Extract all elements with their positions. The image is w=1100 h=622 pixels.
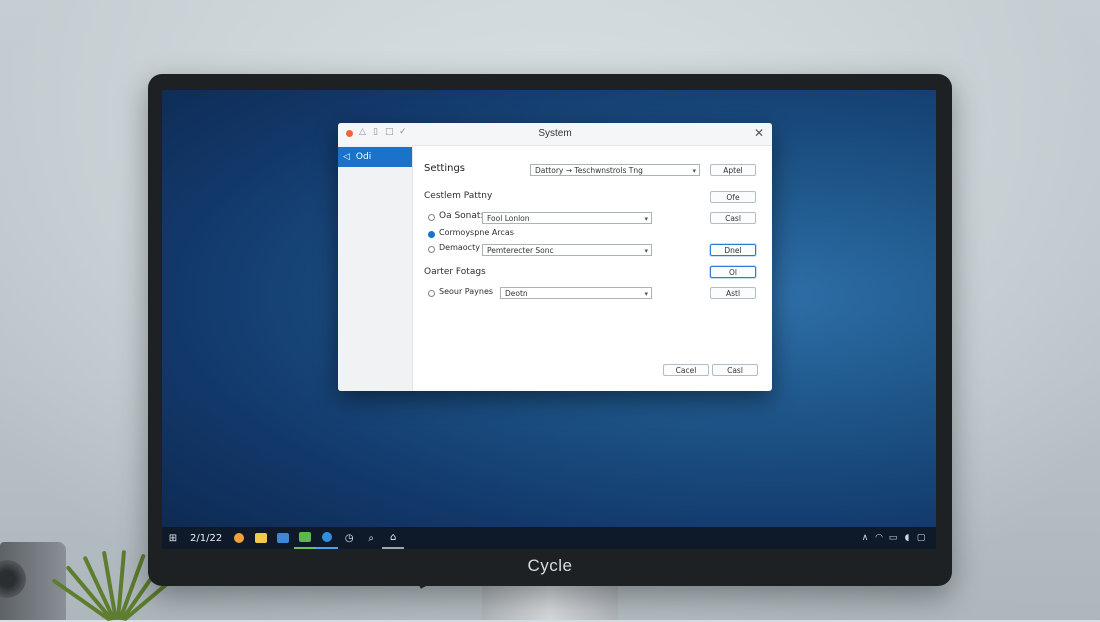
assistant-icon[interactable]: ⌂ — [382, 527, 405, 549]
notification-icon[interactable]: ▢ — [914, 527, 928, 549]
settings-dropdown-value: Dattory → Teschwnstrols Tng — [535, 166, 643, 175]
edge-icon[interactable] — [316, 527, 339, 549]
option4-label: Seour Paynes — [439, 287, 494, 296]
speaker-cone — [0, 560, 26, 598]
speaker-icon[interactable]: ◖ — [900, 527, 914, 549]
chevron-down-icon: ▾ — [692, 167, 696, 175]
option2-radio[interactable] — [428, 231, 435, 238]
cancel-button[interactable]: Cacel — [663, 364, 709, 376]
desktop-screen: △ ▯ □ ✓ System ✕ ◁ Odi Settings Dattory … — [162, 90, 936, 549]
monitor: △ ▯ □ ✓ System ✕ ◁ Odi Settings Dattory … — [148, 74, 952, 586]
title-bar: △ ▯ □ ✓ System ✕ — [338, 123, 772, 146]
section-title-2: Oarter Fotags — [424, 267, 486, 277]
option1-dropdown[interactable]: Fool Lonlon ▾ — [482, 212, 652, 224]
wifi-icon[interactable]: ◠ — [872, 527, 886, 549]
option3-dropdown[interactable]: Pemterecter Sonc ▾ — [482, 244, 652, 256]
option3-radio[interactable] — [428, 246, 435, 253]
monitor-brand: Cycle — [527, 556, 573, 575]
option3-label: Demaocty — [439, 243, 480, 252]
chevron-down-icon: ▾ — [644, 247, 648, 255]
settings-label: Settings — [424, 163, 466, 174]
taskbar-time: 2/1/22 — [190, 532, 223, 544]
search-icon[interactable]: ⌕ — [360, 527, 382, 549]
option4-dropdown-value: Deotn — [505, 289, 528, 298]
dialog-title: System — [538, 128, 572, 139]
start-icon[interactable]: ⊞ — [162, 527, 184, 549]
settings-dropdown[interactable]: Dattory → Teschwnstrols Tng ▾ — [530, 164, 700, 176]
sidebar-item-label: Odi — [355, 152, 372, 162]
chevron-down-icon: ▾ — [644, 290, 648, 298]
browser-icon[interactable] — [228, 527, 250, 549]
back-arrow-icon: ◁ — [343, 152, 350, 162]
dialog-sidebar: ◁ Odi — [338, 145, 413, 391]
right-button-2[interactable]: Casl — [710, 212, 756, 224]
sidebar-item-odi[interactable]: ◁ Odi — [338, 147, 412, 167]
apply-button[interactable]: Aptel — [710, 164, 756, 176]
taskbar: ⊞ 2/1/22 ◷ ⌕ ⌂ ∧ ◠ ▭ ◖ ▢ — [162, 527, 936, 549]
right-button-5[interactable]: Astl — [710, 287, 756, 299]
option1-label: Oa Sonat: — [439, 211, 484, 221]
option4-dropdown[interactable]: Deotn ▾ — [500, 287, 652, 299]
option3-dropdown-value: Pemterecter Sonc — [487, 246, 554, 255]
option2-label: Cormoyspne Arcas — [439, 228, 514, 237]
settings-content: Settings Dattory → Teschwnstrols Tng ▾ A… — [412, 145, 772, 391]
monitor-stand — [482, 584, 618, 620]
option1-radio[interactable] — [428, 214, 435, 221]
chevron-up-icon[interactable]: ∧ — [858, 527, 872, 549]
clock-icon[interactable]: ◷ — [338, 527, 360, 549]
section-title-1: Cestlem Pattny — [424, 191, 493, 201]
close-icon[interactable]: ✕ — [754, 126, 764, 140]
system-tray: ∧ ◠ ▭ ◖ ▢ — [858, 527, 936, 549]
close-button[interactable]: Casl — [712, 364, 758, 376]
system-dialog: △ ▯ □ ✓ System ✕ ◁ Odi Settings Dattory … — [338, 123, 772, 391]
option4-radio[interactable] — [428, 290, 435, 297]
chat-icon[interactable] — [294, 527, 317, 549]
files-icon[interactable] — [250, 527, 272, 549]
right-button-1[interactable]: Ofe — [710, 191, 756, 203]
right-button-3[interactable]: Dnel — [710, 244, 756, 256]
mail-icon[interactable] — [272, 527, 294, 549]
battery-icon[interactable]: ▭ — [886, 527, 900, 549]
option1-dropdown-value: Fool Lonlon — [487, 214, 530, 223]
chevron-down-icon: ▾ — [644, 215, 648, 223]
right-button-4[interactable]: Ol — [710, 266, 756, 278]
